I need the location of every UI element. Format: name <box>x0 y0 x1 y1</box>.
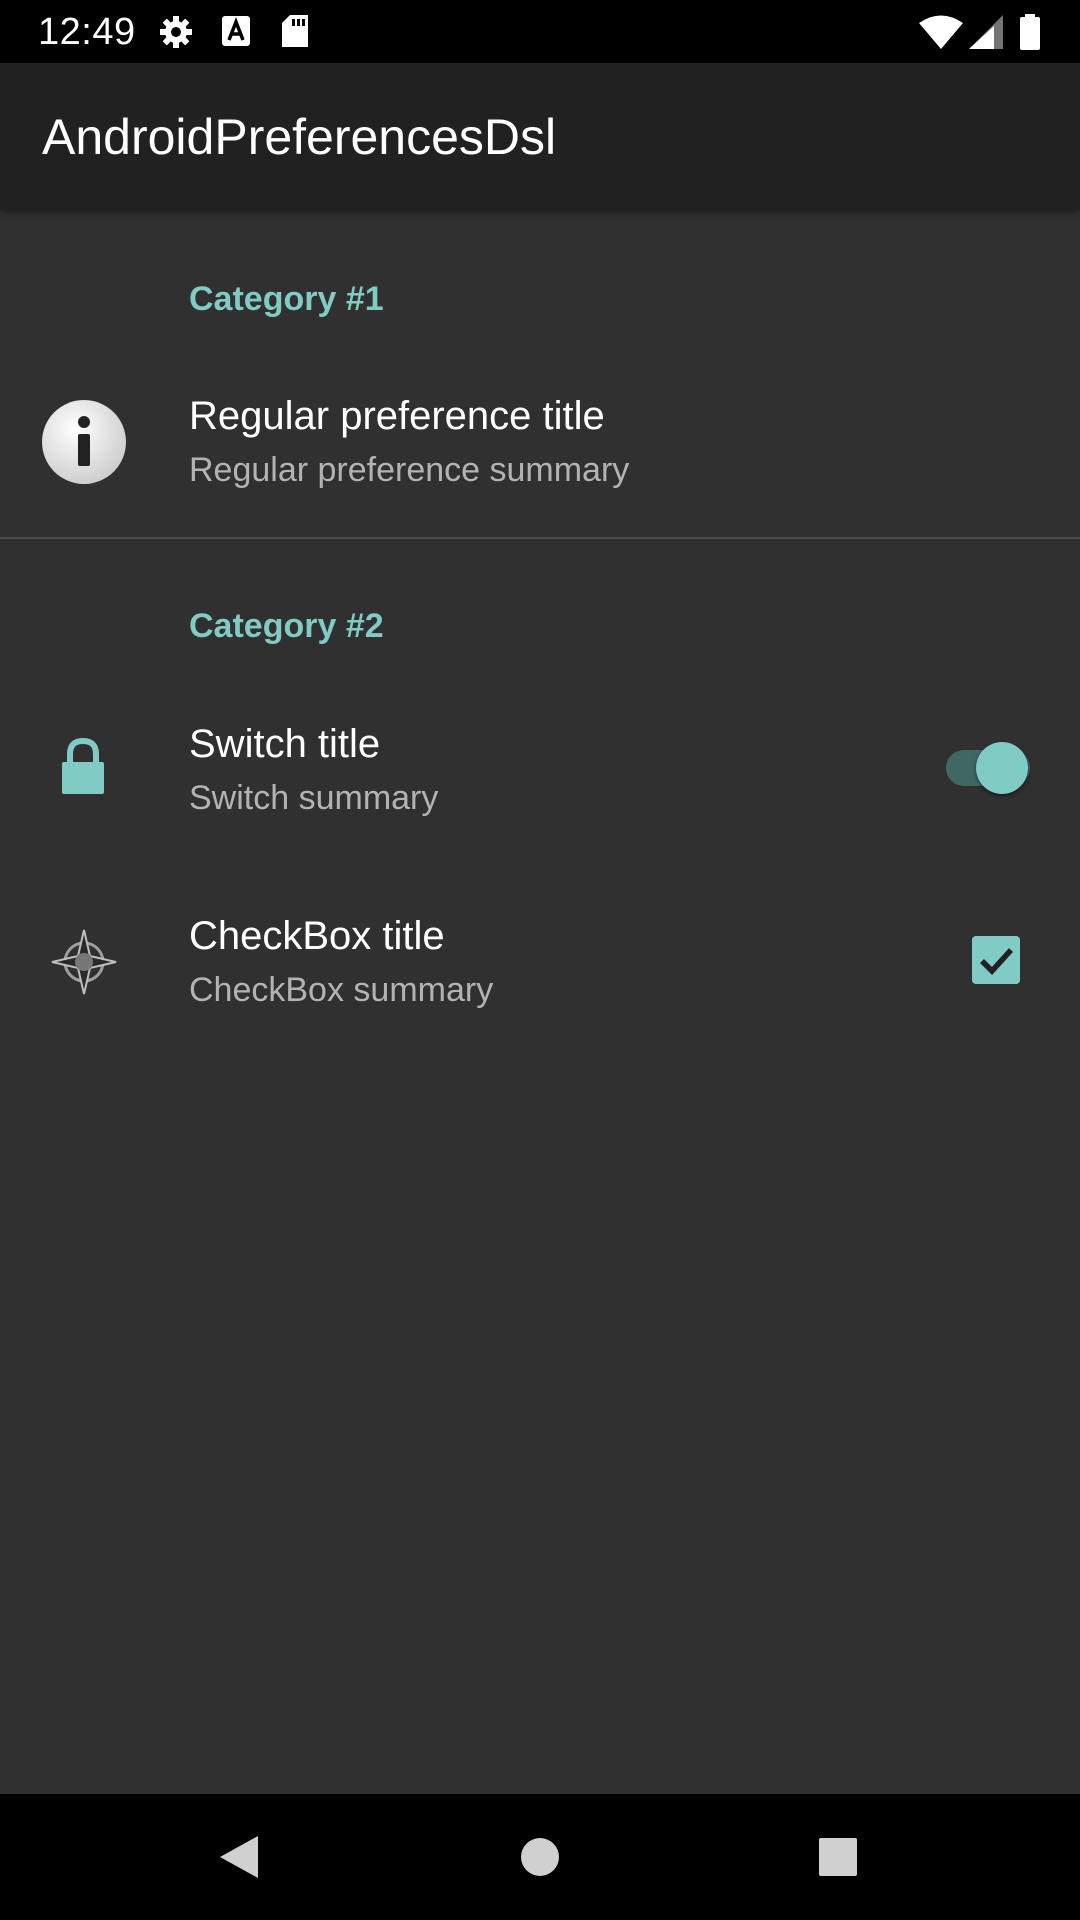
navigation-bar <box>0 1794 1080 1920</box>
home-icon[interactable] <box>500 1822 580 1892</box>
category-2-header: Category #2 <box>189 607 384 645</box>
regular-preference[interactable]: Regular preference title Regular prefere… <box>0 360 1080 520</box>
checkbox-preference-title: CheckBox title <box>189 914 445 958</box>
sd-card-icon <box>282 15 308 47</box>
regular-preference-title: Regular preference title <box>189 394 605 438</box>
category-1-header: Category #1 <box>189 280 384 318</box>
checkbox[interactable] <box>972 936 1020 984</box>
a-keyboard-icon <box>222 16 250 46</box>
checkmark-icon <box>980 948 1014 975</box>
switch-preference[interactable]: Switch title Switch summary <box>0 690 1080 850</box>
battery-icon <box>1020 14 1040 50</box>
regular-preference-summary: Regular preference summary <box>189 451 630 489</box>
recents-icon[interactable] <box>798 1822 878 1892</box>
category-divider <box>0 537 1080 539</box>
app-title: AndroidPreferencesDsl <box>42 109 557 165</box>
compass-icon <box>51 929 117 995</box>
checkbox-preference-summary: CheckBox summary <box>189 971 494 1009</box>
checkbox-preference[interactable]: CheckBox title CheckBox summary <box>0 880 1080 1040</box>
wifi-icon <box>919 15 963 49</box>
status-time: 12:49 <box>38 11 136 53</box>
signal-icon <box>969 15 1003 49</box>
switch-toggle-thumb[interactable] <box>976 742 1028 794</box>
lock-icon <box>62 738 104 794</box>
app-bar: AndroidPreferencesDsl <box>0 63 1080 210</box>
back-icon[interactable] <box>200 1822 280 1892</box>
status-bar: 12:49 <box>0 0 1080 63</box>
switch-preference-summary: Switch summary <box>189 779 439 817</box>
info-icon <box>42 400 126 484</box>
switch-preference-title: Switch title <box>189 722 381 766</box>
gear-icon <box>160 16 192 48</box>
